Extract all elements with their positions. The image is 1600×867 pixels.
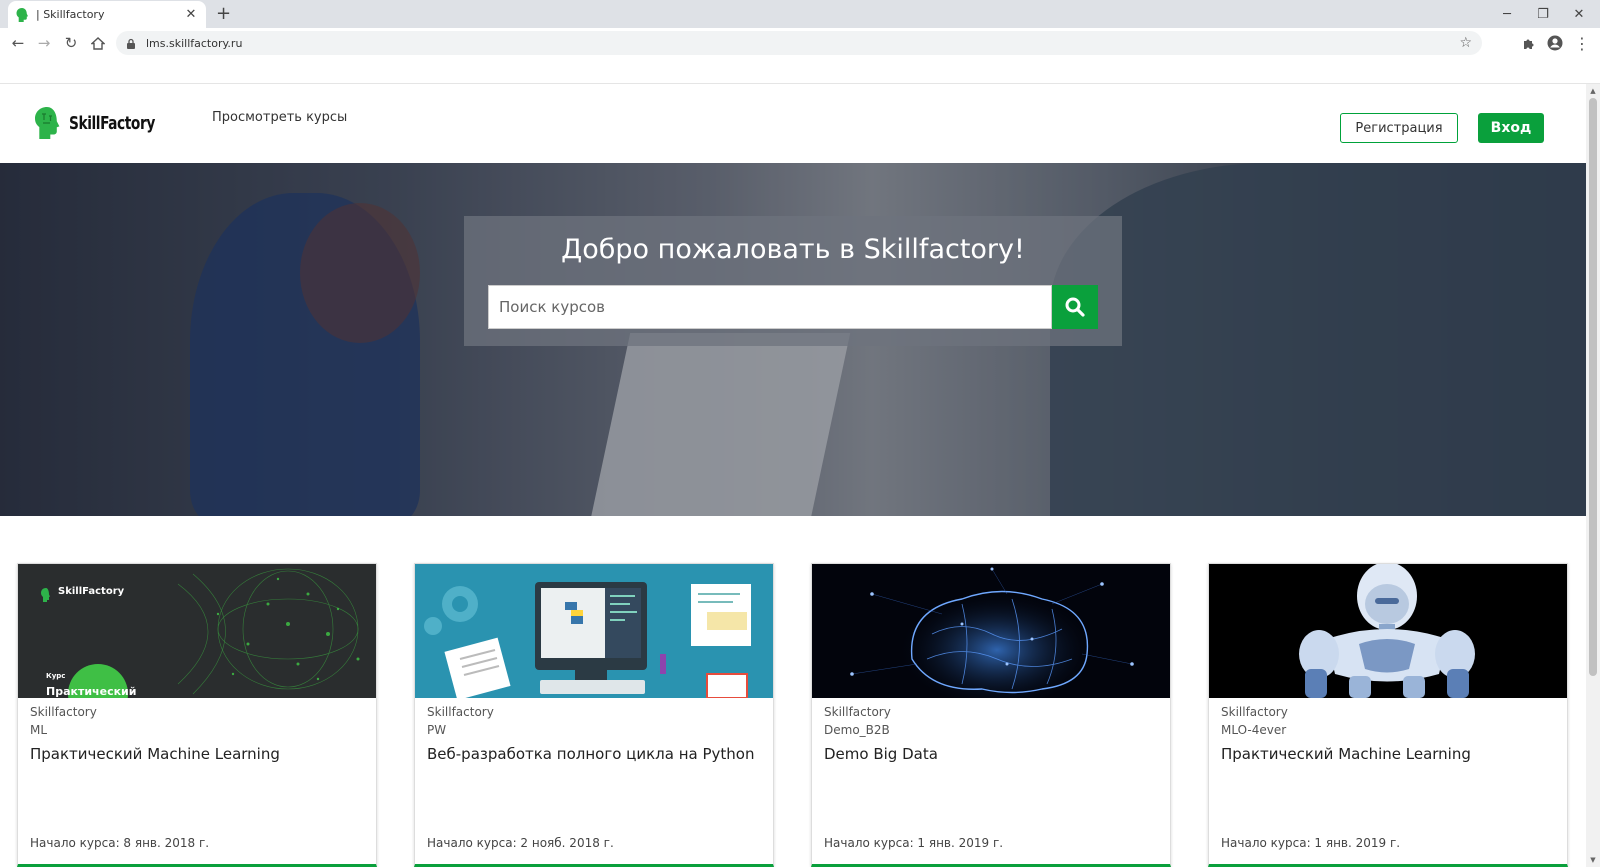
course-thumbnail [415, 564, 773, 698]
course-search-input[interactable] [488, 285, 1052, 329]
thumbnail-logo-text: SkillFactory [58, 586, 125, 597]
hero-banner: Добро пожаловать в Skillfactory! [0, 163, 1586, 516]
profile-icon[interactable] [1545, 33, 1565, 53]
scrollbar-thumb[interactable] [1589, 98, 1597, 676]
thumbnail-kicker: Курс [46, 672, 66, 680]
bookmark-star-icon[interactable]: ☆ [1459, 35, 1472, 51]
course-thumbnail [1209, 564, 1567, 698]
course-start-date: Начало курса: 1 янв. 2019 г. [824, 836, 1004, 850]
course-thumbnail [812, 564, 1170, 698]
course-org: Skillfactory [30, 705, 97, 719]
login-button[interactable]: Вход [1478, 113, 1544, 143]
course-card[interactable]: Skillfactory Demo_B2B Demo Big Data Нача… [811, 563, 1171, 867]
course-code: Demo_B2B [824, 723, 890, 737]
course-card[interactable]: SkillFactory Курс Практический Skillfact… [17, 563, 377, 867]
course-org: Skillfactory [824, 705, 891, 719]
browse-courses-link[interactable]: Просмотреть курсы [212, 110, 347, 125]
favicon-icon [16, 7, 28, 22]
course-start-date: Начало курса: 8 янв. 2018 г. [30, 836, 210, 850]
course-title[interactable]: Практический Machine Learning [1221, 745, 1471, 763]
browser-toolbar: ← → ↻ lms.skillfactory.ru ☆ ⋮ [0, 28, 1600, 58]
reload-icon[interactable]: ↻ [61, 33, 81, 53]
scroll-up-icon[interactable]: ▲ [1586, 84, 1600, 98]
course-code: PW [427, 723, 447, 737]
hero-title: Добро пожаловать в Skillfactory! [561, 234, 1025, 265]
thumbnail-caption: Практический [46, 685, 137, 698]
tab-title: | Skillfactory [36, 8, 105, 21]
course-org: Skillfactory [427, 705, 494, 719]
register-button[interactable]: Регистрация [1340, 113, 1458, 143]
course-title[interactable]: Веб-разработка полного цикла на Python [427, 745, 754, 763]
forward-icon[interactable]: → [34, 33, 54, 53]
page-scrollbar[interactable]: ▲ ▼ [1586, 84, 1600, 867]
browser-tab-strip: | Skillfactory ✕ + ─ ❐ ✕ [0, 0, 1600, 28]
course-start-date: Начало курса: 1 янв. 2019 г. [1221, 836, 1401, 850]
back-icon[interactable]: ← [8, 33, 28, 53]
hero-search-panel: Добро пожаловать в Skillfactory! [464, 216, 1122, 346]
url-text: lms.skillfactory.ru [146, 36, 243, 50]
site-logo[interactable]: SkillFactory [32, 106, 170, 140]
logo-head-icon [35, 107, 60, 139]
course-title[interactable]: Demo Big Data [824, 745, 938, 763]
course-code: ML [30, 723, 48, 737]
browser-tab[interactable]: | Skillfactory ✕ [8, 1, 206, 28]
logo-wordmark: SkillFactory [69, 112, 155, 134]
course-start-date: Начало курса: 2 нояб. 2018 г. [427, 836, 614, 850]
home-icon[interactable] [88, 33, 108, 53]
course-thumbnail: SkillFactory Курс Практический [18, 564, 376, 698]
search-icon [1065, 297, 1085, 317]
window-close-icon[interactable]: ✕ [1556, 0, 1600, 28]
new-tab-icon[interactable]: + [216, 3, 231, 25]
extensions-icon[interactable] [1518, 33, 1538, 53]
scroll-down-icon[interactable]: ▼ [1586, 853, 1600, 867]
search-button[interactable] [1052, 285, 1098, 329]
browser-menu-icon[interactable]: ⋮ [1572, 33, 1592, 53]
tab-close-icon[interactable]: ✕ [184, 7, 198, 22]
lock-icon [126, 38, 136, 49]
course-org: Skillfactory [1221, 705, 1288, 719]
course-card[interactable]: Skillfactory PW Веб-разработка полного ц… [414, 563, 774, 867]
course-title[interactable]: Практический Machine Learning [30, 745, 280, 763]
course-card[interactable]: Skillfactory MLO-4ever Практический Mach… [1208, 563, 1568, 867]
address-bar[interactable]: lms.skillfactory.ru ☆ [116, 31, 1482, 55]
course-code: MLO-4ever [1221, 723, 1287, 737]
